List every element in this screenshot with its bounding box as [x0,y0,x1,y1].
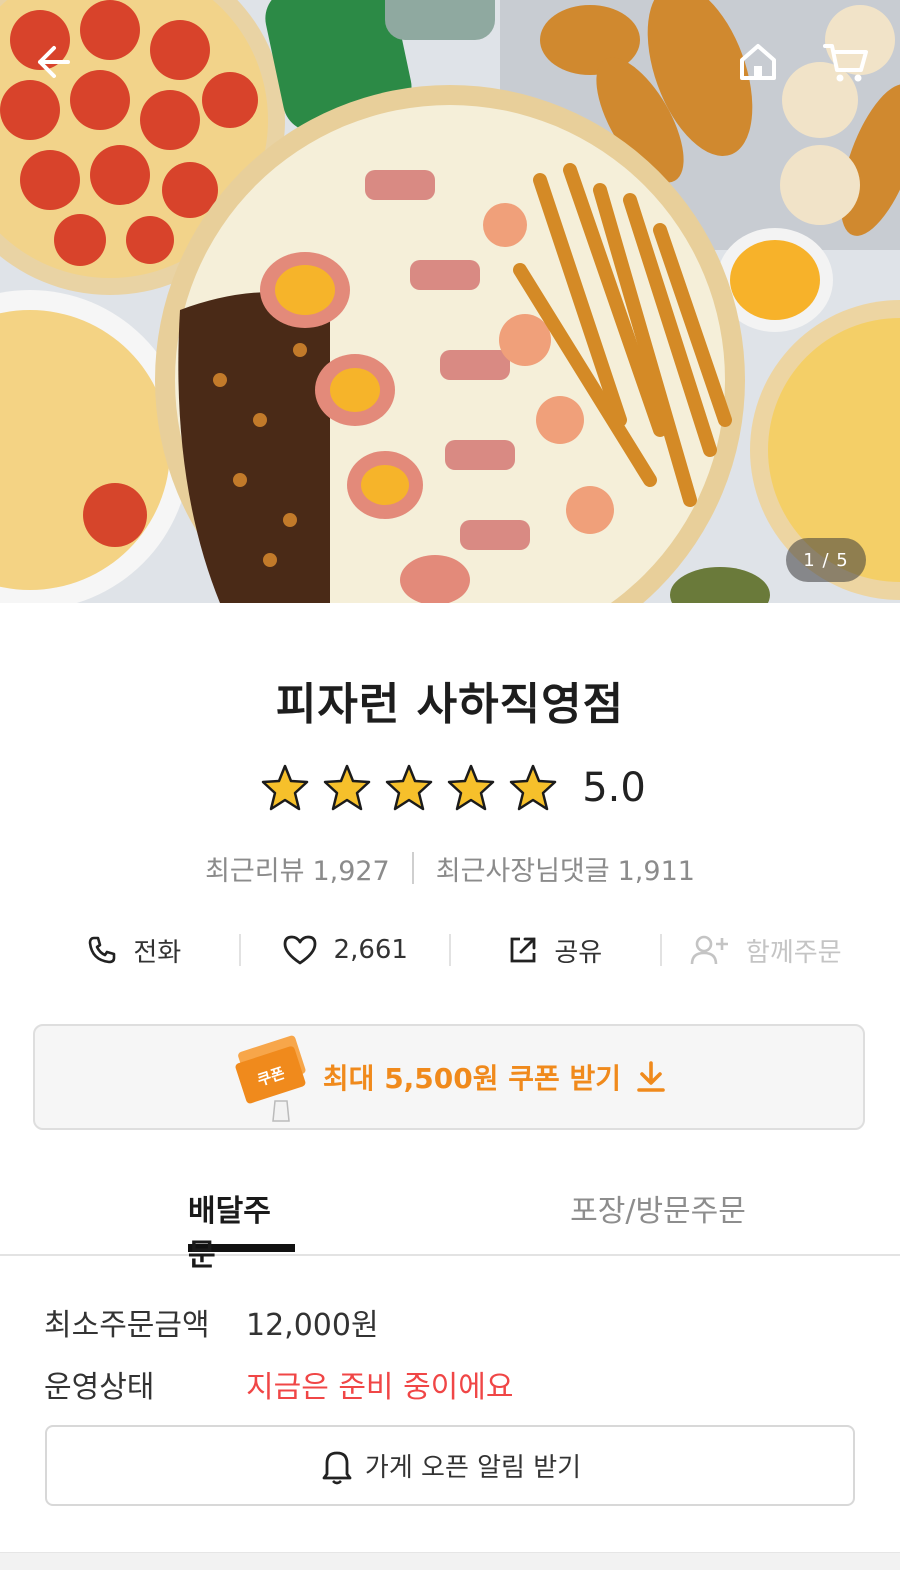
share-label: 공유 [554,937,603,968]
heart-icon [283,935,316,965]
food-photo [0,0,900,603]
star-icon [261,764,309,811]
min-order-label: 최소주문금액 [44,1308,210,1343]
home-icon [740,44,776,80]
back-button[interactable] [24,34,80,90]
min-order-row: 최소주문금액 12,000원 [44,1300,379,1344]
star-icon [447,764,495,811]
star-icon [385,764,433,811]
recent-reviews-count: 1,927 [312,855,390,887]
recent-reviews-link[interactable]: 최근리뷰 1,927 [205,849,390,888]
image-counter: 1 / 5 [786,538,866,582]
status-value: 지금은 준비 중이에요 [246,1370,514,1405]
min-order-value: 12,000원 [246,1308,379,1343]
owner-replies-label: 최근사장님댓글 [435,855,610,887]
open-notification-button[interactable]: 가게 오픈 알림 받기 [45,1425,855,1506]
star-icon [323,764,371,811]
phone-icon [89,936,116,964]
tab-delivery[interactable]: 배달주문 [188,1168,295,1273]
hero-image[interactable]: 1 / 5 [0,0,900,603]
home-button[interactable] [730,34,786,90]
coupon-text: 최대 5,500원 쿠폰 받기 [322,1062,622,1095]
coupon-ticket-icon: 쿠폰 [235,1035,306,1122]
store-name: 피자런 사하직영점 [275,679,625,730]
divider [411,852,414,884]
owner-replies-count: 1,911 [617,855,695,887]
status-label: 운영상태 [44,1370,155,1405]
call-label: 전화 [133,937,182,968]
group-order-button[interactable]: 함께주문 [662,922,871,978]
section-divider [0,1552,900,1570]
coupon-download-button[interactable]: 쿠폰 최대 5,500원 쿠폰 받기 [33,1024,865,1130]
cart-button[interactable] [818,34,874,90]
notify-label: 가게 오픈 알림 받기 [364,1453,582,1483]
add-user-icon [690,935,728,965]
tab-pickup[interactable]: 포장/방문주문 [560,1168,756,1252]
group-order-label: 함께주문 [745,937,842,968]
like-count: 2,661 [333,935,408,965]
owner-replies-link[interactable]: 최근사장님댓글 1,911 [436,849,695,888]
bell-icon [322,1451,352,1484]
order-type-tabs: 배달주문 포장/방문주문 [0,1168,900,1273]
share-button[interactable]: 공유 [451,922,660,978]
status-row: 운영상태 지금은 준비 중이에요 [44,1362,513,1406]
back-arrow-icon [38,46,70,78]
review-stats: 최근리뷰 1,927 최근사장님댓글 1,911 [0,846,900,890]
recent-reviews-label: 최근리뷰 [205,855,305,887]
store-actions: 전화 2,661 공유 함께주문 [30,922,870,978]
rating-value: 5.0 [582,765,646,811]
rating-row: 5.0 [0,760,900,816]
cart-icon [823,44,868,82]
call-button[interactable]: 전화 [30,922,239,978]
star-icon [509,764,557,811]
share-icon [510,937,536,963]
download-icon [637,1061,665,1092]
like-button[interactable]: 2,661 [241,922,450,978]
